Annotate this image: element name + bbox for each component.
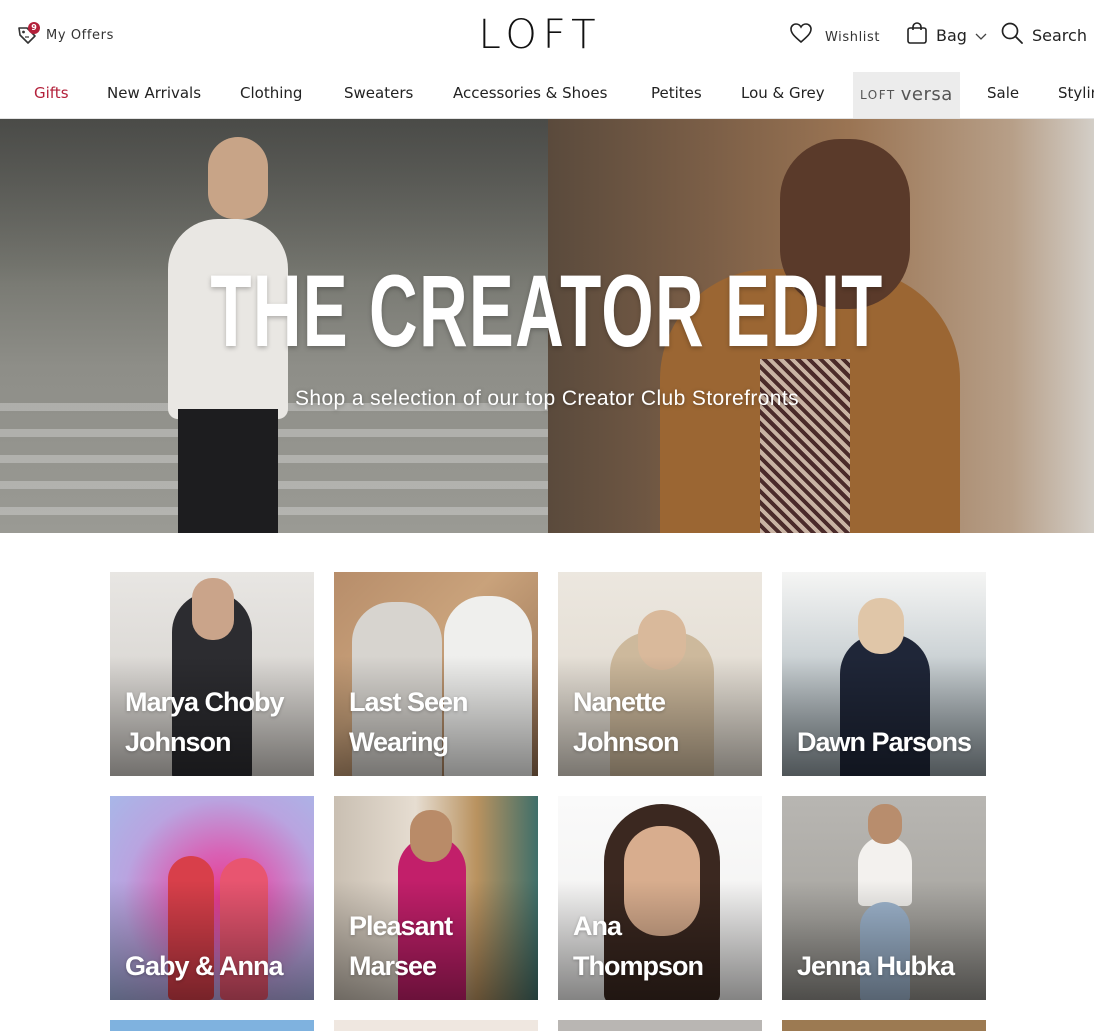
offers-count-badge: 9 <box>28 22 40 34</box>
loft-logo[interactable]: LOFT <box>470 12 610 58</box>
creator-name: Nanette Johnson <box>573 687 680 757</box>
creator-name: Ana Thompson <box>573 911 704 981</box>
nav-item-petites[interactable]: Petites <box>651 72 702 118</box>
hero-banner[interactable]: THE CREATOR EDIT Shop a selection of our… <box>0 119 1094 533</box>
nav-item-clothing[interactable]: Clothing <box>240 72 302 118</box>
nav-item-sweaters[interactable]: Sweaters <box>344 72 413 118</box>
creator-name: Last Seen Wearing <box>349 687 469 757</box>
creator-card-marya-choby-johnson[interactable]: Marya Choby Johnson <box>110 572 314 776</box>
bag-label: Bag <box>936 25 967 45</box>
nav-item-gifts[interactable]: Gifts <box>34 72 69 118</box>
creator-figure-head <box>410 810 452 862</box>
creator-name: Gaby & Anna <box>125 951 284 981</box>
creator-card-dawn-parsons[interactable]: Dawn Parsons <box>782 572 986 776</box>
hero-model-right-shirt <box>760 359 850 533</box>
shopping-bag-icon <box>906 21 928 49</box>
creator-card-partial[interactable] <box>334 1020 538 1031</box>
versa-loft-wordmark: LOFT <box>860 88 896 102</box>
nav-item-loft-versa[interactable]: LOFT versa <box>853 72 960 118</box>
hero-subtitle: Shop a selection of our top Creator Club… <box>294 387 800 410</box>
search-label: Search <box>1032 25 1087 45</box>
nav-item-sale[interactable]: Sale <box>987 72 1019 118</box>
creator-card-nanette-johnson[interactable]: Nanette Johnson <box>558 572 762 776</box>
hero-title: THE CREATOR EDIT <box>210 254 884 368</box>
main-nav: Gifts New Arrivals Clothing Sweaters Acc… <box>0 72 1094 119</box>
nav-item-styling[interactable]: Stylin <box>1058 72 1094 118</box>
search-link[interactable]: Search <box>1000 22 1087 48</box>
creator-figure-head <box>868 804 902 844</box>
creator-card-gaby-anna[interactable]: Gaby & Anna <box>110 796 314 1000</box>
creator-name: Pleasant Marsee <box>349 911 453 981</box>
my-offers-label: My Offers <box>46 27 114 43</box>
creator-name: Dawn Parsons <box>797 727 972 757</box>
creator-card-ana-thompson[interactable]: Ana Thompson <box>558 796 762 1000</box>
creator-card-last-seen-wearing[interactable]: Last Seen Wearing <box>334 572 538 776</box>
creator-card-partial[interactable] <box>558 1020 762 1031</box>
hero-model-left-pants <box>178 409 278 533</box>
tag-icon: 9 <box>16 22 40 46</box>
creator-name: Jenna Hubka <box>797 951 955 981</box>
creator-card-pleasant-marsee[interactable]: Pleasant Marsee <box>334 796 538 1000</box>
nav-item-new-arrivals[interactable]: New Arrivals <box>107 72 201 118</box>
hero-model-left-head <box>208 137 268 219</box>
versa-wordmark: versa <box>900 84 953 105</box>
creator-name: Marya Choby Johnson <box>125 687 285 757</box>
wishlist-link[interactable]: Wishlist <box>789 22 880 48</box>
my-offers-link[interactable]: 9 My Offers <box>16 22 114 46</box>
creator-figure-head <box>192 578 234 640</box>
creator-figure-head <box>858 598 904 654</box>
nav-item-lou-grey[interactable]: Lou & Grey <box>741 72 825 118</box>
creator-card-jenna-hubka[interactable]: Jenna Hubka <box>782 796 986 1000</box>
nav-item-accessories-shoes[interactable]: Accessories & Shoes <box>453 72 607 118</box>
wishlist-label: Wishlist <box>825 29 881 45</box>
utility-bar: 9 My Offers LOFT Wishlist Bag Search <box>0 0 1094 70</box>
chevron-down-icon <box>975 26 987 45</box>
search-icon <box>1000 21 1024 49</box>
bag-link[interactable]: Bag <box>906 22 987 48</box>
heart-icon <box>789 22 813 48</box>
creator-card-partial[interactable] <box>110 1020 314 1031</box>
creator-card-partial[interactable] <box>782 1020 986 1031</box>
